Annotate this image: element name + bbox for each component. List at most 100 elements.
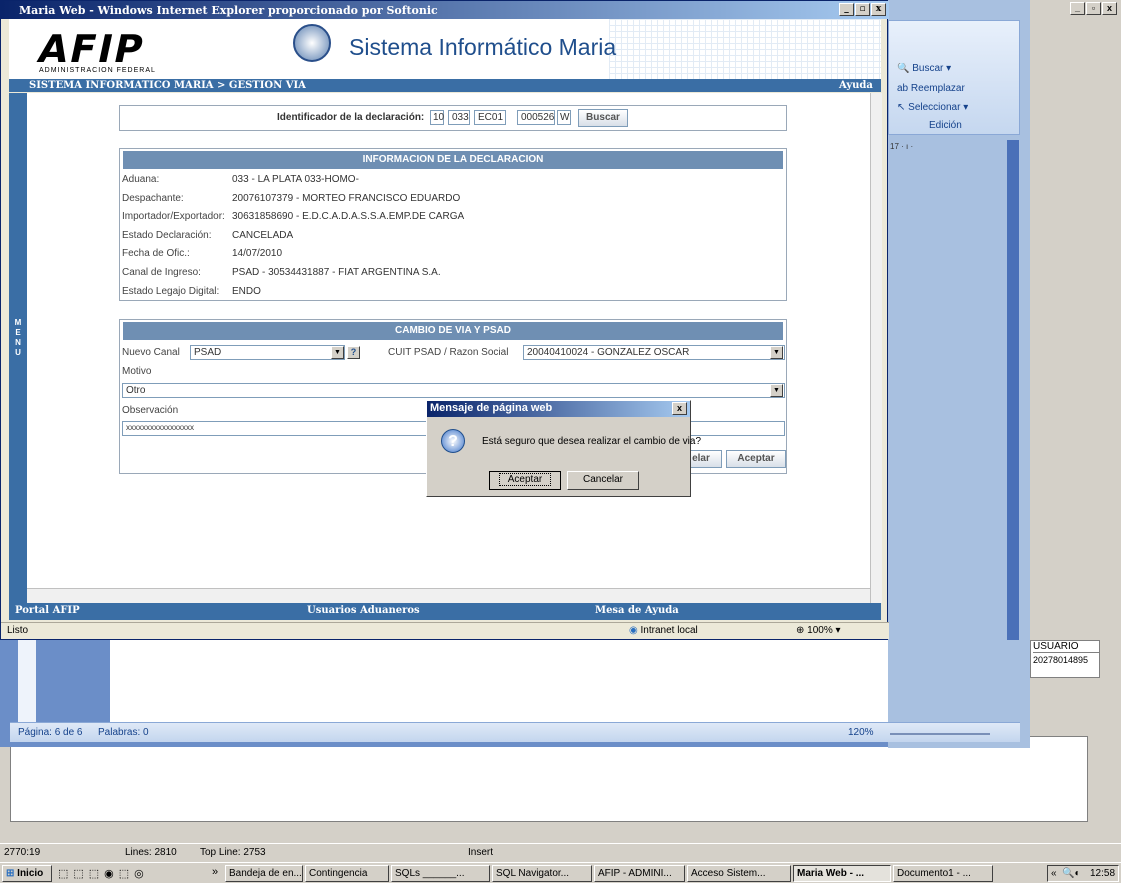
taskbar-item[interactable]: Bandeja de en... (225, 865, 303, 882)
chevron-down-icon[interactable]: ▼ (770, 346, 783, 359)
tray-expand[interactable]: « (1051, 868, 1057, 879)
minimize-icon[interactable]: _ (1070, 2, 1085, 15)
zoom-slider[interactable] (890, 733, 990, 735)
binoculars-icon: 🔍 (897, 63, 910, 74)
info-value: ENDO (232, 285, 261, 297)
nuevo-canal-label: Nuevo Canal (122, 347, 180, 358)
lines-count: Lines: 2810 (125, 847, 177, 858)
identifier-label: Identificador de la declaración: (277, 112, 425, 123)
sql-editor-area[interactable] (10, 736, 1088, 822)
replace-icon: ab (897, 83, 909, 94)
close-icon[interactable]: x (1102, 2, 1117, 15)
dialog-cancel-button[interactable]: Cancelar (567, 471, 639, 490)
usuario-value[interactable]: 20278014895 (1033, 655, 1099, 665)
status-text: Listo (7, 625, 29, 636)
declaration-info-box: INFORMACION DE LA DECLARACION Aduana: 033… (119, 148, 787, 301)
accept-form-button[interactable]: Aceptar (726, 450, 786, 468)
info-value: 20076107379 - MORTEO FRANCISCO EDUARDO (232, 192, 461, 204)
breadcrumb: SISTEMA INFORMATICO MARIA > GESTION VIA (29, 80, 306, 91)
info-value: 14/07/2010 (232, 248, 283, 260)
vertical-scrollbar[interactable] (870, 93, 882, 603)
info-value: PSAD - 30534431887 - FIAT ARGENTINA S.A. (232, 267, 441, 278)
mesa-ayuda-link[interactable]: Mesa de Ayuda (595, 605, 679, 616)
word-zoom[interactable]: 120% (848, 727, 874, 738)
taskbar: ⊞ Inicio ⬚⬚⬚◉⬚◎ » « 🔍◐ 12:58 Bandeja de … (0, 862, 1121, 883)
usuario-header[interactable]: USUARIO (1033, 641, 1099, 653)
menu-strip[interactable]: MENU (9, 93, 27, 603)
start-button[interactable]: ⊞ Inicio (2, 865, 52, 882)
info-value: 30631858690 - E.D.C.A.D.A.S.S.A.EMP.DE C… (232, 211, 465, 223)
nuevo-canal-select[interactable]: PSAD (190, 345, 345, 360)
id-part-3[interactable]: EC01 (474, 110, 506, 125)
info-value: CANCELADA (232, 229, 294, 241)
ie-title-bar: Maria Web - Windows Internet Explorer pr… (1, 1, 889, 19)
ie-restore-icon[interactable]: ▫ (855, 3, 870, 16)
chevron-down-icon[interactable]: ▼ (770, 384, 783, 397)
taskbar-item[interactable]: Maria Web - ... (793, 865, 891, 882)
start-label: Inicio (17, 868, 44, 879)
change-header: CAMBIO DE VIA Y PSAD (123, 322, 783, 340)
word-edit-ribbon: 🔍 Buscar ▾ ab Reemplazar ↖ Seleccionar ▾… (888, 20, 1020, 135)
info-label: Estado Declaración: (122, 229, 212, 241)
motivo-label: Motivo (122, 366, 152, 377)
cuit-select[interactable]: 20040410024 - GONZALEZ OSCAR (523, 345, 785, 360)
info-label: Aduana: (122, 174, 160, 185)
dialog-close-icon[interactable]: x (672, 402, 687, 415)
page-content: Identificador de la declaración: 10 033 … (27, 93, 870, 588)
cursor-position: 2770:19 (4, 847, 41, 858)
top-line: Top Line: 2753 (200, 847, 266, 858)
maria-seal-icon (293, 24, 331, 62)
buscar-button[interactable]: 🔍 Buscar ▾ (897, 63, 951, 74)
cursor-icon: ↖ (897, 102, 906, 113)
help-link[interactable]: Ayuda (839, 80, 873, 91)
banner-pattern (609, 19, 881, 79)
ie-zoom: 100% (807, 625, 833, 636)
tray-icons[interactable]: 🔍◐ (1062, 868, 1081, 879)
quick-launch-more[interactable]: » (212, 866, 218, 878)
horizontal-scrollbar[interactable] (27, 588, 870, 603)
word-page[interactable] (110, 637, 1010, 722)
taskbar-item[interactable]: Documento1 - ... (893, 865, 993, 882)
zoom-control[interactable]: ⊕ 100% ▾ (796, 625, 841, 636)
quick-launch[interactable]: ⬚⬚⬚◉⬚◎ (58, 867, 208, 881)
system-tray: « 🔍◐ 12:58 (1047, 865, 1119, 882)
seleccionar-button[interactable]: ↖ Seleccionar ▾ (897, 102, 968, 113)
usuario-grid: USUARIO 20278014895 (1030, 640, 1100, 678)
info-header: INFORMACION DE LA DECLARACION (123, 151, 783, 169)
question-icon: ? (441, 429, 465, 453)
dialog-ok-label: Aceptar (498, 473, 552, 486)
windows-logo-icon: ⊞ (6, 868, 15, 879)
ie-close-icon[interactable]: x (871, 3, 886, 16)
info-label: Despachante: (122, 192, 184, 204)
ie-minimize-icon[interactable]: _ (839, 3, 854, 16)
restore-icon[interactable]: ▫ (1086, 2, 1101, 15)
chevron-down-icon[interactable]: ▼ (331, 346, 344, 359)
taskbar-item[interactable]: Acceso Sistem... (687, 865, 791, 882)
search-button[interactable]: Buscar (578, 109, 628, 127)
taskbar-item[interactable]: SQL Navigator... (492, 865, 592, 882)
info-label: Estado Legajo Digital: (122, 285, 220, 297)
motivo-select[interactable]: Otro (122, 383, 785, 398)
sql-status-bar: 2770:19 Lines: 2810 Top Line: 2753 Inser… (0, 843, 1121, 862)
outer-window-controls: _ ▫ x (1070, 0, 1121, 34)
taskbar-item[interactable]: Contingencia (305, 865, 389, 882)
afip-banner: AFIP ADMINISTRACION FEDERAL Sistema Info… (9, 19, 881, 79)
taskbar-item[interactable]: AFIP - ADMINI... (594, 865, 685, 882)
help-icon[interactable]: ? (347, 346, 360, 359)
ie-window: Maria Web - Windows Internet Explorer pr… (0, 0, 889, 640)
id-part-2[interactable]: 033 (448, 110, 470, 125)
taskbar-item[interactable]: SQLs ______... (391, 865, 490, 882)
seleccionar-label: Seleccionar (908, 102, 961, 113)
id-part-1[interactable]: 10 (430, 110, 444, 125)
buscar-label: Buscar (912, 63, 944, 74)
usuarios-aduaneros-link[interactable]: Usuarios Aduaneros (307, 605, 420, 616)
ie-status-bar: Listo ◉ Intranet local ⊕ 100% ▾ (1, 622, 889, 639)
ie-title-text: Maria Web - Windows Internet Explorer pr… (19, 4, 438, 17)
id-part-5[interactable]: W (557, 110, 571, 125)
id-part-4[interactable]: 000526 (517, 110, 555, 125)
portal-afip-link[interactable]: Portal AFIP (15, 605, 80, 616)
dialog-ok-button[interactable]: Aceptar (489, 471, 561, 490)
reemplazar-label: Reemplazar (910, 83, 965, 94)
word-scrollbar[interactable] (1007, 140, 1019, 640)
reemplazar-button[interactable]: ab Reemplazar (897, 83, 965, 94)
